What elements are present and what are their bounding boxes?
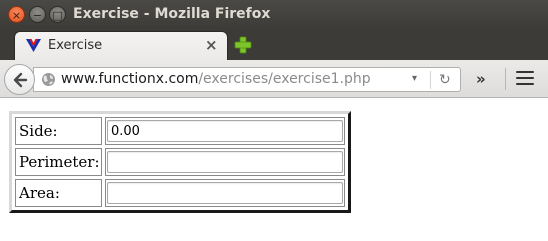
- url-text[interactable]: www.functionx.com/exercises/exercise1.ph…: [61, 71, 371, 87]
- side-label: Side:: [15, 117, 102, 145]
- hamburger-menu-icon[interactable]: [516, 71, 534, 87]
- globe-icon: [42, 73, 55, 86]
- area-input[interactable]: [107, 182, 343, 204]
- window-titlebar: × − □ Exercise - Mozilla Firefox: [0, 0, 548, 30]
- url-path: /exercises/exercise1.php: [198, 71, 371, 87]
- form-row-side: Side:: [15, 117, 345, 145]
- overflow-chevron-icon[interactable]: »: [476, 70, 486, 88]
- form-row-perimeter: Perimeter:: [15, 148, 345, 176]
- url-domain: www.functionx.com: [61, 71, 199, 87]
- page-content: Side: Perimeter: Area:: [0, 99, 548, 241]
- window-minimize-button[interactable]: −: [29, 6, 46, 23]
- toolbar-divider: [505, 68, 506, 90]
- url-divider: [430, 71, 431, 89]
- chevron-down-icon[interactable]: ▾: [412, 73, 417, 84]
- tab-close-icon[interactable]: ×: [205, 36, 218, 54]
- back-arrow-icon: [13, 72, 28, 88]
- functionx-v-icon: [26, 39, 41, 52]
- perimeter-input[interactable]: [107, 151, 343, 173]
- navigation-bar: www.functionx.com/exercises/exercise1.ph…: [0, 60, 548, 98]
- window-close-button[interactable]: ×: [8, 6, 25, 23]
- window-maximize-button[interactable]: □: [49, 6, 66, 23]
- calculator-form-table: Side: Perimeter: Area:: [9, 111, 351, 213]
- tab-strip: Exercise ×: [0, 30, 548, 60]
- perimeter-value-cell: [105, 148, 345, 176]
- tab-label: Exercise: [48, 38, 103, 53]
- plus-icon[interactable]: [234, 36, 252, 54]
- perimeter-label: Perimeter:: [15, 148, 102, 176]
- area-label: Area:: [15, 179, 102, 207]
- tab-exercise[interactable]: Exercise ×: [14, 31, 228, 60]
- area-value-cell: [105, 179, 345, 207]
- form-row-area: Area:: [15, 179, 345, 207]
- window-title: Exercise - Mozilla Firefox: [73, 6, 271, 22]
- reload-icon[interactable]: ↻: [439, 72, 451, 88]
- back-button[interactable]: [4, 64, 35, 95]
- side-input[interactable]: [107, 120, 343, 142]
- url-bar[interactable]: www.functionx.com/exercises/exercise1.ph…: [33, 67, 461, 92]
- side-value-cell: [105, 117, 345, 145]
